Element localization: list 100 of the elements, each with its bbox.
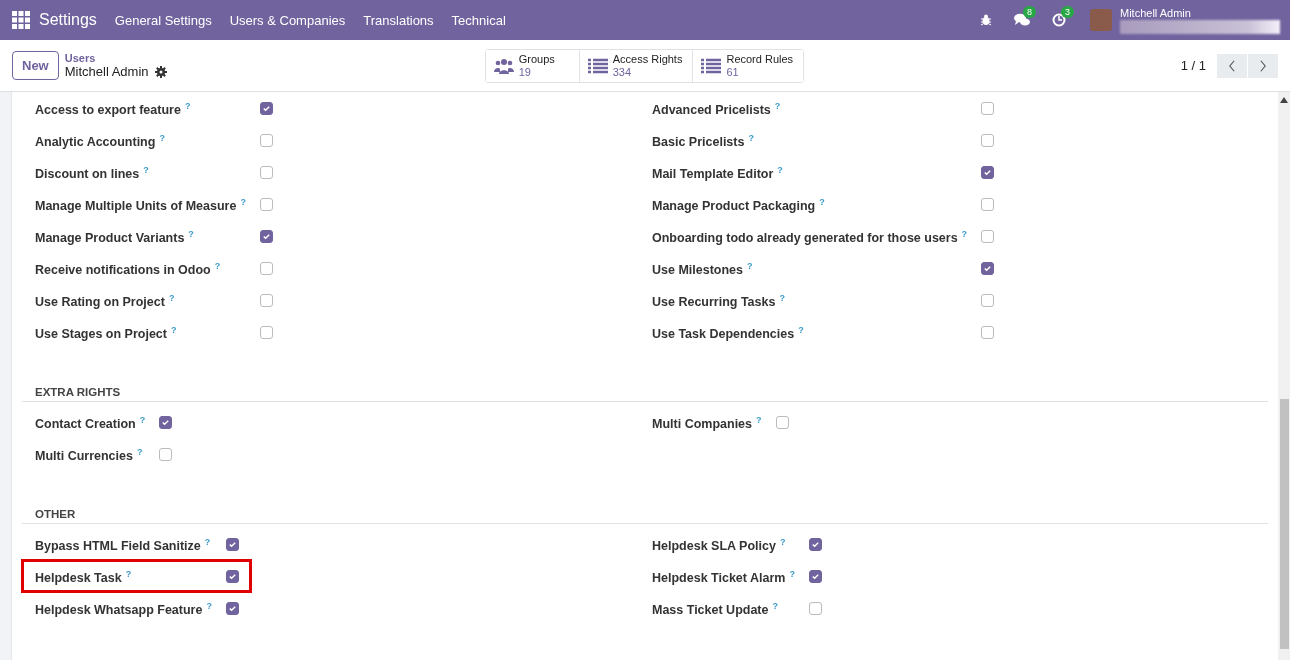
previous-button[interactable] (1217, 53, 1247, 78)
field-label: Manage Multiple Units of Measure $^{?}$ (34, 196, 247, 216)
help-tooltip-mark[interactable]: ? (136, 447, 143, 457)
help-tooltip-mark[interactable]: ? (747, 261, 753, 271)
field-label: Analytic Accounting $^{?}$ (34, 132, 166, 152)
help-tooltip-mark[interactable]: ? (777, 165, 783, 175)
checkbox[interactable] (259, 101, 273, 115)
help-tooltip-mark[interactable]: ? (819, 197, 825, 207)
checkmark-icon (161, 417, 171, 427)
user-name[interactable]: Mitchell Admin (1120, 6, 1280, 19)
checkbox[interactable] (981, 293, 995, 307)
help-tooltip-mark[interactable]: ? (214, 261, 221, 271)
field-label: Receive notifications in Odoo $^{?}$ (34, 260, 222, 280)
record-name: Mitchell Admin (64, 64, 149, 79)
help-tooltip-mark[interactable]: ? (168, 293, 175, 303)
list-icon (587, 57, 608, 74)
checkbox[interactable] (775, 415, 789, 429)
help-tooltip-mark[interactable]: ? (188, 229, 194, 239)
checkbox[interactable] (259, 165, 273, 179)
checkbox[interactable] (225, 537, 239, 551)
help-tooltip-mark[interactable]: ? (961, 229, 968, 239)
stat-value: 334 (612, 65, 633, 79)
help-tooltip-mark[interactable]: ? (139, 415, 146, 425)
apps-menu-icon[interactable] (12, 11, 30, 29)
checkbox[interactable] (808, 569, 822, 583)
clock-icon[interactable] (1052, 13, 1068, 27)
field-label: Mass Ticket Update $^{?}$ (651, 600, 779, 620)
stat-value: 61 (726, 65, 740, 79)
help-tooltip-mark[interactable]: ? (240, 197, 246, 207)
checkbox[interactable] (981, 325, 995, 339)
help-tooltip-mark[interactable]: ? (143, 165, 149, 175)
section-heading: EXTRA RIGHTS (22, 372, 1268, 402)
checkbox[interactable] (259, 261, 273, 275)
checkbox[interactable] (159, 447, 173, 461)
field-label: Basic Pricelists $^{?}$ (651, 132, 755, 152)
help-tooltip-mark[interactable]: ? (756, 415, 762, 425)
checkmark-icon (227, 571, 237, 581)
help-tooltip-mark[interactable]: ? (772, 601, 778, 611)
help-tooltip-mark[interactable]: ? (184, 101, 191, 111)
stat-label: Groups (518, 52, 555, 66)
help-tooltip-mark[interactable]: ? (774, 101, 781, 111)
checkmark-icon (983, 263, 993, 273)
checkbox[interactable] (981, 101, 995, 115)
next-button[interactable] (1248, 53, 1278, 78)
field-label: Contact Creation $^{?}$ (34, 414, 147, 434)
checkbox[interactable] (259, 197, 273, 211)
field-label: Access to export feature $^{?}$ (34, 100, 192, 120)
checkmark-icon (810, 539, 820, 549)
field-label: Manage Product Variants $^{?}$ (34, 228, 195, 248)
field-label: Manage Product Packaging $^{?}$ (651, 196, 826, 216)
users-icon (493, 57, 514, 74)
checkmark-icon (983, 167, 993, 177)
scroll-up-icon[interactable] (1280, 97, 1288, 103)
smart-button[interactable]: Groups 19 (485, 49, 580, 82)
checkbox[interactable] (808, 601, 822, 615)
field-label: Mail Template Editor $^{?}$ (651, 164, 784, 184)
checkmark-icon (810, 571, 820, 581)
checkbox[interactable] (981, 133, 995, 147)
help-tooltip-mark[interactable]: ? (204, 537, 211, 547)
help-tooltip-mark[interactable]: ? (748, 133, 754, 143)
help-tooltip-mark[interactable]: ? (789, 569, 795, 579)
checkbox[interactable] (981, 229, 995, 243)
settings-icon[interactable] (154, 65, 167, 78)
checkbox[interactable] (808, 537, 822, 551)
field-label: Helpdesk Ticket Alarm $^{?}$ (651, 568, 796, 588)
field-label: Onboarding todo already generated for those users $^{?}$ (651, 228, 969, 248)
checkbox[interactable] (981, 165, 995, 179)
checkbox[interactable] (225, 601, 239, 615)
list-icon (701, 57, 722, 74)
help-tooltip-mark[interactable]: ? (125, 569, 132, 579)
breadcrumb-link[interactable]: Users (64, 52, 485, 64)
checkbox[interactable] (981, 261, 995, 275)
checkbox[interactable] (981, 197, 995, 211)
help-tooltip-mark[interactable]: ? (798, 325, 804, 335)
field-label: Advanced Pricelists $^{?}$ (651, 100, 782, 120)
help-tooltip-mark[interactable]: ? (779, 537, 786, 547)
field-label: Discount on lines $^{?}$ (34, 164, 150, 184)
scrollbar[interactable] (1278, 92, 1290, 660)
help-tooltip-mark[interactable]: ? (159, 133, 165, 143)
checkbox[interactable] (259, 325, 273, 339)
help-tooltip-mark[interactable]: ? (206, 601, 212, 611)
app-name[interactable]: Settings (39, 11, 97, 29)
nav-menu-item[interactable]: Technical (451, 12, 506, 28)
checkbox[interactable] (259, 229, 273, 243)
checkbox[interactable] (259, 133, 273, 147)
nav-menu-item[interactable]: General Settings (114, 12, 212, 28)
checkbox[interactable] (259, 293, 273, 307)
help-tooltip-mark[interactable]: ? (171, 325, 177, 335)
nav-menu-item[interactable]: Users & Companies (229, 12, 346, 28)
checkbox[interactable] (159, 415, 173, 429)
scrollbar-thumb[interactable] (1279, 399, 1289, 649)
checkmark-icon (227, 539, 237, 549)
count-badge: 8 (1023, 6, 1036, 18)
field-label: Use Rating on Project $^{?}$ (34, 292, 176, 312)
checkbox[interactable] (225, 569, 239, 583)
field-label: Multi Currencies $^{?}$ (34, 446, 144, 466)
new-button[interactable]: New (12, 51, 59, 80)
bug-icon[interactable] (980, 14, 992, 26)
help-tooltip-mark[interactable]: ? (779, 293, 785, 303)
nav-menu-item[interactable]: Translations (363, 12, 434, 28)
